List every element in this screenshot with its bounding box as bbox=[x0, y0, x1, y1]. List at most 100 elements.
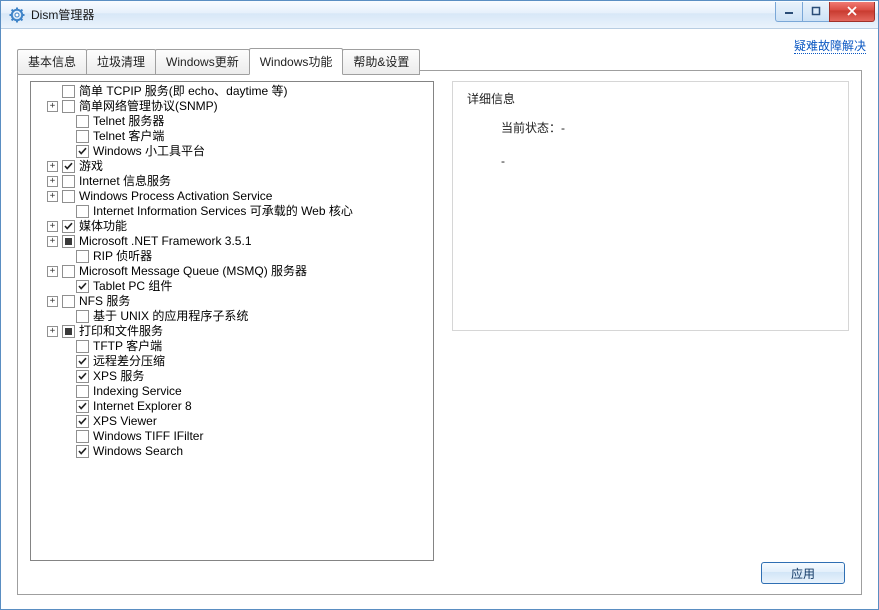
expand-spacer bbox=[61, 311, 72, 322]
feature-checkbox[interactable] bbox=[76, 280, 89, 293]
expand-plus-icon[interactable]: + bbox=[47, 191, 58, 202]
feature-checkbox[interactable] bbox=[76, 145, 89, 158]
expand-plus-icon[interactable]: + bbox=[47, 101, 58, 112]
feature-checkbox[interactable] bbox=[76, 340, 89, 353]
feature-checkbox[interactable] bbox=[62, 85, 75, 98]
feature-label: Internet Information Services 可承载的 Web 核… bbox=[93, 204, 353, 219]
detail-state-label: 当前状态： bbox=[501, 121, 561, 135]
expand-plus-icon[interactable]: + bbox=[47, 236, 58, 247]
troubleshoot-link[interactable]: 疑难故障解决 bbox=[794, 37, 866, 54]
titlebar[interactable]: Dism管理器 bbox=[1, 1, 878, 29]
feature-checkbox[interactable] bbox=[62, 220, 75, 233]
tab-0[interactable]: 基本信息 bbox=[17, 49, 87, 75]
feature-checkbox[interactable] bbox=[76, 310, 89, 323]
tree-node[interactable]: 远程差分压缩 bbox=[33, 354, 431, 369]
tree-root: 简单 TCPIP 服务(即 echo、daytime 等)+简单网络管理协议(S… bbox=[33, 84, 431, 459]
tree-node[interactable]: +打印和文件服务 bbox=[33, 324, 431, 339]
tree-item: Windows TIFF IFilter bbox=[33, 429, 431, 444]
feature-checkbox[interactable] bbox=[76, 385, 89, 398]
tree-item: Telnet 服务器 bbox=[33, 114, 431, 129]
apply-button[interactable]: 应用 bbox=[761, 562, 845, 584]
expand-plus-icon[interactable]: + bbox=[47, 296, 58, 307]
tree-node[interactable]: + Windows Process Activation Service bbox=[33, 189, 431, 204]
tree-node[interactable]: RIP 侦听器 bbox=[33, 249, 431, 264]
expand-plus-icon[interactable]: + bbox=[47, 161, 58, 172]
tree-item: +媒体功能 bbox=[33, 219, 431, 234]
close-button[interactable] bbox=[829, 2, 875, 22]
expand-plus-icon[interactable]: + bbox=[47, 221, 58, 232]
tree-item: + 游戏 bbox=[33, 159, 431, 174]
tree-item: 远程差分压缩 bbox=[33, 354, 431, 369]
feature-checkbox[interactable] bbox=[76, 370, 89, 383]
features-tree[interactable]: 简单 TCPIP 服务(即 echo、daytime 等)+简单网络管理协议(S… bbox=[30, 81, 434, 561]
tree-node[interactable]: +NFS 服务 bbox=[33, 294, 431, 309]
troubleshoot-link-label: 疑难故障解决 bbox=[794, 39, 866, 54]
maximize-icon bbox=[811, 6, 821, 16]
tree-item: +Microsoft Message Queue (MSMQ) 服务器 bbox=[33, 264, 431, 279]
feature-checkbox[interactable] bbox=[76, 400, 89, 413]
feature-label: Windows Process Activation Service bbox=[79, 189, 272, 204]
feature-checkbox[interactable] bbox=[62, 100, 75, 113]
tree-node[interactable]: TFTP 客户端 bbox=[33, 339, 431, 354]
feature-label: XPS Viewer bbox=[93, 414, 157, 429]
tree-node[interactable]: Internet Explorer 8 bbox=[33, 399, 431, 414]
tree-node[interactable]: Internet Information Services 可承载的 Web 核… bbox=[33, 204, 431, 219]
tree-item: + Windows Process Activation Service bbox=[33, 189, 431, 204]
tree-node[interactable]: Telnet 服务器 bbox=[33, 114, 431, 129]
close-icon bbox=[846, 6, 858, 16]
minimize-button[interactable] bbox=[775, 2, 803, 22]
feature-label: RIP 侦听器 bbox=[93, 249, 152, 264]
feature-checkbox[interactable] bbox=[62, 160, 75, 173]
tree-node[interactable]: Telnet 客户端 bbox=[33, 129, 431, 144]
tree-item: +打印和文件服务 bbox=[33, 324, 431, 339]
feature-checkbox[interactable] bbox=[62, 190, 75, 203]
tree-node[interactable]: Windows TIFF IFilter bbox=[33, 429, 431, 444]
feature-checkbox[interactable] bbox=[62, 265, 75, 278]
tree-node[interactable]: +Microsoft .NET Framework 3.5.1 bbox=[33, 234, 431, 249]
feature-label: 游戏 bbox=[79, 159, 103, 174]
tree-node[interactable]: +Internet 信息服务 bbox=[33, 174, 431, 189]
feature-checkbox[interactable] bbox=[76, 415, 89, 428]
feature-checkbox[interactable] bbox=[62, 235, 75, 248]
tree-item: Telnet 客户端 bbox=[33, 129, 431, 144]
feature-checkbox[interactable] bbox=[76, 250, 89, 263]
tab-3[interactable]: Windows功能 bbox=[249, 48, 344, 75]
feature-checkbox[interactable] bbox=[76, 430, 89, 443]
tree-node[interactable]: Tablet PC 组件 bbox=[33, 279, 431, 294]
tree-node[interactable]: +简单网络管理协议(SNMP) bbox=[33, 99, 431, 114]
tree-node[interactable]: +媒体功能 bbox=[33, 219, 431, 234]
feature-checkbox[interactable] bbox=[76, 115, 89, 128]
tree-node[interactable]: +Microsoft Message Queue (MSMQ) 服务器 bbox=[33, 264, 431, 279]
feature-checkbox[interactable] bbox=[76, 355, 89, 368]
tree-node[interactable]: 简单 TCPIP 服务(即 echo、daytime 等) bbox=[33, 84, 431, 99]
tree-node[interactable]: 基于 UNIX 的应用程序子系统 bbox=[33, 309, 431, 324]
feature-label: 简单 TCPIP 服务(即 echo、daytime 等) bbox=[79, 84, 288, 99]
expand-plus-icon[interactable]: + bbox=[47, 266, 58, 277]
detail-state-value: - bbox=[561, 121, 565, 135]
tab-2[interactable]: Windows更新 bbox=[155, 49, 250, 75]
feature-checkbox[interactable] bbox=[62, 175, 75, 188]
tree-node[interactable]: Windows Search bbox=[33, 444, 431, 459]
app-gear-icon bbox=[9, 7, 25, 23]
feature-checkbox[interactable] bbox=[76, 445, 89, 458]
tree-node[interactable]: Indexing Service bbox=[33, 384, 431, 399]
tab-4[interactable]: 帮助&设置 bbox=[342, 49, 420, 75]
tree-node[interactable]: Windows 小工具平台 bbox=[33, 144, 431, 159]
expand-plus-icon[interactable]: + bbox=[47, 176, 58, 187]
window-buttons bbox=[776, 2, 875, 22]
maximize-button[interactable] bbox=[802, 2, 830, 22]
tree-item: Tablet PC 组件 bbox=[33, 279, 431, 294]
tree-item: +Microsoft .NET Framework 3.5.1 bbox=[33, 234, 431, 249]
feature-checkbox[interactable] bbox=[76, 205, 89, 218]
tree-node[interactable]: XPS 服务 bbox=[33, 369, 431, 384]
feature-checkbox[interactable] bbox=[62, 295, 75, 308]
tab-1[interactable]: 垃圾清理 bbox=[86, 49, 156, 75]
expand-plus-icon[interactable]: + bbox=[47, 326, 58, 337]
window-title: Dism管理器 bbox=[31, 6, 94, 23]
tree-item: +NFS 服务 bbox=[33, 294, 431, 309]
tree-node[interactable]: + 游戏 bbox=[33, 159, 431, 174]
feature-checkbox[interactable] bbox=[62, 325, 75, 338]
feature-checkbox[interactable] bbox=[76, 130, 89, 143]
feature-label: Windows Search bbox=[93, 444, 183, 459]
tree-node[interactable]: XPS Viewer bbox=[33, 414, 431, 429]
